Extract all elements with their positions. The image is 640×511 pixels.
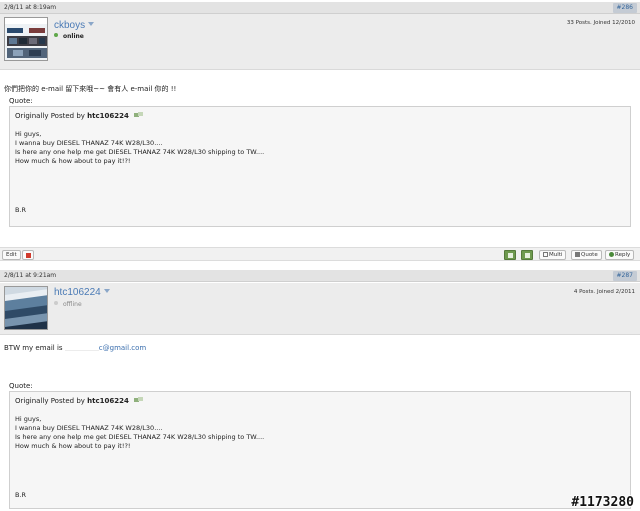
username-link[interactable]: htc106224 — [54, 287, 110, 298]
quote-line: I wanna buy DIESEL THANAZ 74K W28/L30...… — [15, 424, 163, 432]
quote-button-label[interactable]: Quote — [581, 252, 598, 258]
online-status: online — [54, 33, 84, 40]
post-number-link[interactable]: #287 — [612, 271, 637, 281]
status-text: offline — [63, 301, 82, 308]
quote-prefix: Originally Posted by — [15, 397, 85, 405]
avatar[interactable] — [4, 17, 48, 61]
quote-line: B.R — [15, 491, 27, 499]
post-message: BTW my email is c@gmail.com — [4, 344, 146, 352]
post-date: 2/8/11 at 9:21am — [4, 272, 57, 279]
username-text[interactable]: htc106224 — [54, 287, 101, 298]
post-header: 2/8/11 at 9:21am #287 — [0, 270, 640, 282]
quote-line: Hi guys, — [15, 130, 42, 138]
multi-quote-button[interactable]: Multi — [539, 250, 567, 260]
multi-quote-icon — [543, 252, 548, 257]
quote-label: Quote: — [9, 97, 33, 105]
quote-box: Originally Posted by htc106224 Hi guys, … — [9, 391, 631, 509]
multi-quote-label[interactable]: Multi — [549, 252, 562, 258]
post-action-bar: Edit Multi Quote Reply — [0, 247, 640, 261]
user-info-bar: ckboys online 33 Posts. Joined 12/2010 — [0, 14, 640, 70]
reply-button[interactable]: Reply — [605, 250, 635, 260]
avatar[interactable] — [4, 286, 48, 330]
quote-source: Originally Posted by htc106224 — [15, 112, 144, 120]
username-text[interactable]: ckboys — [54, 20, 85, 31]
quote-source: Originally Posted by htc106224 — [15, 397, 144, 405]
share-icon[interactable] — [521, 250, 533, 260]
redacted-area — [64, 344, 99, 351]
chevron-down-icon[interactable] — [103, 289, 110, 293]
thumbs-up-icon[interactable] — [504, 250, 516, 260]
reply-icon — [609, 252, 614, 257]
quote-label: Quote: — [9, 382, 33, 390]
watermark: #1173280 — [571, 495, 634, 510]
quote-line: How much & how about to pay it!?! — [15, 442, 131, 450]
user-stats: 33 Posts. Joined 12/2010 — [566, 20, 635, 26]
email-link[interactable]: c@gmail.com — [99, 344, 146, 352]
user-info-bar: htc106224 offline 4 Posts. Joined 2/2011 — [0, 283, 640, 335]
quote-prefix: Originally Posted by — [15, 112, 85, 120]
quote-box: Originally Posted by htc106224 Hi guys, … — [9, 106, 631, 227]
offline-dot-icon — [54, 301, 58, 305]
quote-line: Is here any one help me get DIESEL THANA… — [15, 433, 265, 441]
online-status: offline — [54, 301, 82, 308]
post-date: 2/8/11 at 8:19am — [4, 4, 57, 11]
quote-button[interactable]: Quote — [571, 250, 602, 260]
post-header: 2/8/11 at 8:19am #286 — [0, 2, 640, 14]
post-message: 你們把你的 e-mail 留下來哦~~ 會有人 e-mail 你的 !! — [4, 85, 177, 93]
quote-line: B.R — [15, 206, 27, 214]
quote-icon — [575, 252, 580, 257]
online-dot-icon — [54, 33, 58, 37]
quote-line: Is here any one help me get DIESEL THANA… — [15, 148, 265, 156]
quote-author: htc106224 — [87, 397, 129, 405]
reply-button-label[interactable]: Reply — [615, 252, 630, 258]
view-post-icon[interactable] — [134, 112, 144, 118]
view-post-icon[interactable] — [134, 397, 144, 403]
chevron-down-icon[interactable] — [88, 22, 95, 26]
report-flag-icon[interactable] — [22, 250, 34, 260]
quote-line: Hi guys, — [15, 415, 42, 423]
quote-author: htc106224 — [87, 112, 129, 120]
username-link[interactable]: ckboys — [54, 20, 95, 31]
user-stats: 4 Posts. Joined 2/2011 — [573, 289, 635, 295]
quote-line: How much & how about to pay it!?! — [15, 157, 131, 165]
quote-line: I wanna buy DIESEL THANAZ 74K W28/L30...… — [15, 139, 163, 147]
edit-button[interactable]: Edit — [2, 250, 21, 260]
post-number-link[interactable]: #286 — [612, 3, 637, 13]
message-text: BTW my email is — [4, 344, 63, 352]
status-text: online — [63, 33, 84, 40]
